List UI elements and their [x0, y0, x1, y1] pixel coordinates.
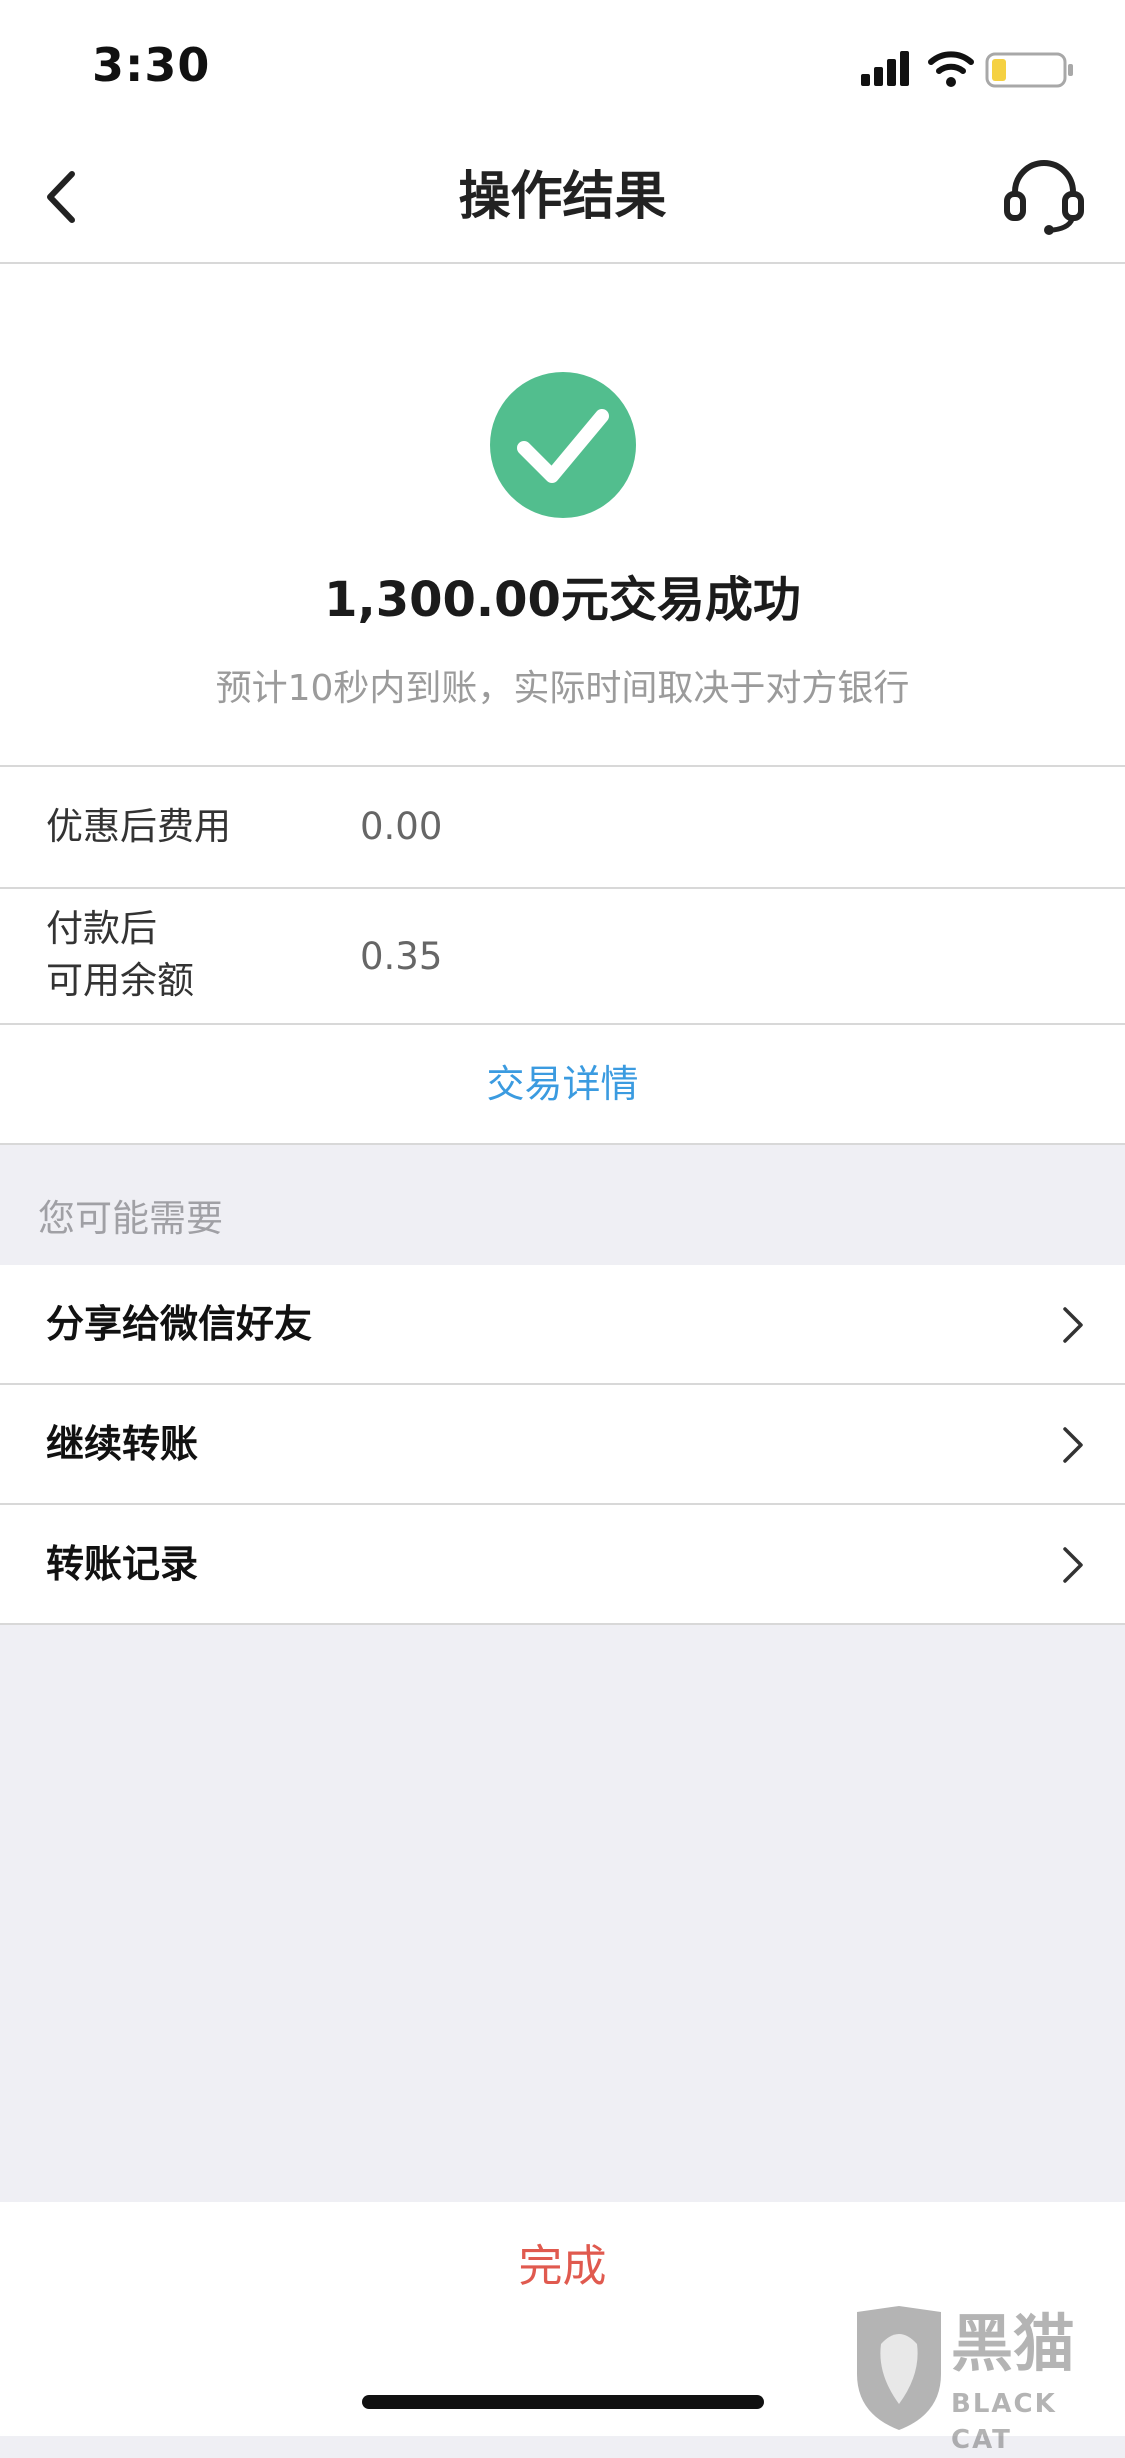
success-check-icon [490, 372, 636, 518]
fee-label: 优惠后费用 [46, 805, 231, 848]
balance-label-line1: 付款后 [46, 907, 157, 950]
status-bar: 3:30 [0, 0, 1125, 132]
fee-row: 优惠后费用 0.00 [0, 767, 1125, 889]
status-icons-svg [861, 51, 1073, 88]
balance-label-line2: 可用余额 [46, 959, 194, 1002]
result-subtitle: 预计10秒内到账，实际时间取决于对方银行 [215, 668, 910, 709]
fee-value: 0.00 [360, 805, 443, 848]
shield-logo-icon [857, 2306, 941, 2430]
suggestions-header: 您可能需要 [38, 1197, 223, 1240]
home-indicator[interactable] [362, 2395, 764, 2409]
chevron-right-icon [1063, 1307, 1083, 1343]
headset-icon [1004, 160, 1084, 235]
result-title: 1,300.00元交易成功 [324, 572, 801, 628]
status-icons [861, 46, 1081, 90]
chevron-right-icon [1063, 1547, 1083, 1583]
share-wechat-label: 分享给微信好友 [46, 1302, 313, 1346]
continue-transfer-label: 继续转账 [46, 1422, 199, 1466]
share-wechat-item[interactable]: 分享给微信好友 [0, 1265, 1125, 1385]
customer-service-button[interactable] [1003, 160, 1085, 236]
balance-value: 0.35 [360, 935, 443, 978]
status-time: 3:30 [92, 38, 211, 92]
result-panel: 1,300.00元交易成功 预计10秒内到账，实际时间取决于对方银行 [0, 264, 1125, 767]
watermark-cn: 黑猫 [951, 2307, 1076, 2380]
cellular-signal-icon [861, 51, 909, 86]
watermark-en: BLACK CAT [951, 2389, 1057, 2455]
chevron-right-icon [1063, 1427, 1083, 1463]
balance-row: 付款后 可用余额 0.35 [0, 889, 1125, 1025]
page-title: 操作结果 [458, 167, 667, 227]
transfer-records-label: 转账记录 [46, 1542, 199, 1586]
transfer-records-item[interactable]: 转账记录 [0, 1505, 1125, 1625]
transaction-details-link[interactable]: 交易详情 [0, 1025, 1125, 1145]
wifi-icon [928, 51, 974, 87]
black-cat-watermark: 黑猫 BLACK CAT [851, 2304, 1121, 2455]
nav-bar: 操作结果 [0, 132, 1125, 264]
continue-transfer-item[interactable]: 继续转账 [0, 1385, 1125, 1505]
battery-icon [985, 52, 1073, 88]
